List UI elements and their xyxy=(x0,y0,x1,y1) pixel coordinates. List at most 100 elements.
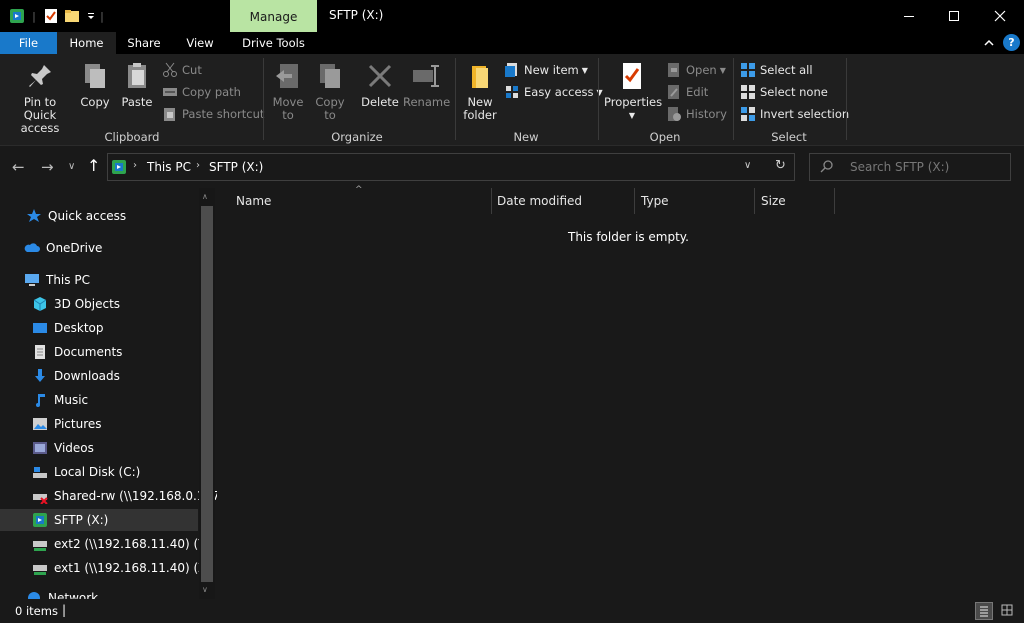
back-arrow-icon[interactable]: ← xyxy=(12,158,25,176)
paste-shortcut-button[interactable]: Paste shortcut xyxy=(162,104,264,124)
large-icons-view-button[interactable] xyxy=(999,602,1017,620)
nav-item-downloads[interactable]: Downloads xyxy=(0,365,198,387)
breadcrumb-sftp[interactable]: SFTP (X:) xyxy=(209,160,263,174)
network-drive-icon xyxy=(32,536,48,552)
tab-drive-tools[interactable]: Drive Tools xyxy=(230,32,317,54)
tab-share[interactable]: Share xyxy=(118,32,170,54)
delete-button[interactable]: Delete xyxy=(360,60,400,109)
search-input[interactable]: Search SFTP (X:) xyxy=(809,153,1011,181)
edit-button[interactable]: Edit xyxy=(666,82,708,102)
copy-icon xyxy=(79,60,111,92)
nav-item-shared-rw[interactable]: Shared-rw (\\192.168.0.197) xyxy=(0,485,224,507)
select-none-button[interactable]: Select none xyxy=(740,82,828,102)
status-bar: 0 items | xyxy=(0,599,1024,623)
properties-button[interactable]: Properties ▼ xyxy=(604,60,662,122)
scroll-down-icon[interactable]: ∨ xyxy=(202,585,208,594)
download-icon xyxy=(32,368,48,384)
copy-button[interactable]: Copy xyxy=(78,60,112,109)
search-placeholder: Search SFTP (X:) xyxy=(850,160,950,174)
minimize-button[interactable] xyxy=(886,0,932,32)
window-title: SFTP (X:) xyxy=(329,8,384,22)
open-group-label: Open xyxy=(649,130,681,144)
new-folder-qat-icon[interactable] xyxy=(63,6,81,26)
new-item-label: New item xyxy=(524,63,579,77)
nav-item-quick-access[interactable]: Quick access xyxy=(0,205,198,227)
help-icon[interactable]: ? xyxy=(1003,34,1020,51)
qat-dropdown-icon[interactable] xyxy=(84,6,98,26)
new-group-label: New xyxy=(513,130,539,144)
nav-item-documents[interactable]: Documents xyxy=(0,341,198,363)
column-divider[interactable] xyxy=(754,188,755,214)
refresh-icon[interactable]: ↻ xyxy=(775,158,786,173)
history-button[interactable]: History xyxy=(666,104,727,124)
nav-item-ext1[interactable]: ext1 (\\192.168.11.40) (Z:) xyxy=(0,557,215,579)
chevron-down-icon: ▼ xyxy=(719,65,726,75)
copy-label: Copy xyxy=(80,95,110,109)
copy-to-button[interactable]: Copy to xyxy=(312,60,348,122)
copy-path-button[interactable]: Copy path xyxy=(162,82,241,102)
move-to-button[interactable]: Move to xyxy=(270,60,306,122)
column-header-name[interactable]: Name xyxy=(236,194,271,208)
invert-selection-button[interactable]: Invert selection xyxy=(740,104,849,124)
open-button[interactable]: Open ▼ xyxy=(666,60,726,80)
qat-separator: | xyxy=(100,9,104,23)
nav-item-desktop[interactable]: Desktop xyxy=(0,317,198,339)
column-header-size[interactable]: Size xyxy=(761,194,786,208)
forward-arrow-icon[interactable]: → xyxy=(41,158,54,176)
recent-locations-icon[interactable]: ∨ xyxy=(68,161,75,172)
properties-qat-icon[interactable] xyxy=(42,6,60,26)
address-dropdown-icon[interactable]: ∨ xyxy=(744,160,751,171)
desktop-icon xyxy=(32,320,48,336)
column-divider[interactable] xyxy=(491,188,492,214)
select-all-button[interactable]: Select all xyxy=(740,60,813,80)
sftp-app-icon[interactable] xyxy=(7,6,27,26)
maximize-button[interactable] xyxy=(931,0,977,32)
easy-access-icon xyxy=(504,84,520,100)
cut-label: Cut xyxy=(182,63,202,77)
breadcrumb-chevron-icon[interactable]: › xyxy=(196,160,200,171)
nav-item-ext2[interactable]: ext2 (\\192.168.11.40) (Y:) xyxy=(0,533,213,555)
column-divider[interactable] xyxy=(634,188,635,214)
details-view-button[interactable] xyxy=(975,602,993,620)
tab-home[interactable]: Home xyxy=(57,32,116,54)
close-button[interactable] xyxy=(977,0,1023,32)
new-item-button[interactable]: New item ▼ xyxy=(504,60,588,80)
breadcrumb-this-pc[interactable]: This PC xyxy=(147,160,191,174)
nav-item-label: 3D Objects xyxy=(54,297,121,311)
item-count: 0 items xyxy=(15,604,58,618)
rename-button[interactable]: Rename xyxy=(403,60,450,109)
nav-item-network-clipped[interactable]: Network xyxy=(0,591,198,599)
nav-item-videos[interactable]: Videos xyxy=(0,437,198,459)
paste-button[interactable]: Paste xyxy=(118,60,156,109)
collapse-ribbon-icon[interactable] xyxy=(983,37,995,49)
nav-item-sftp[interactable]: SFTP (X:) xyxy=(0,509,198,531)
nav-item-pictures[interactable]: Pictures xyxy=(0,413,198,435)
address-bar[interactable]: › This PC › SFTP (X:) ∨ ↻ xyxy=(107,153,795,181)
chevron-down-icon: ▼ xyxy=(628,111,636,120)
nav-scrollbar[interactable]: ∧ ∨ xyxy=(199,188,215,599)
nav-item-local-disk[interactable]: Local Disk (C:) xyxy=(0,461,198,483)
column-header-type[interactable]: Type xyxy=(641,194,669,208)
pin-to-quick-access-button[interactable]: Pin to Quick access xyxy=(6,60,74,135)
scrollbar-thumb[interactable] xyxy=(201,206,213,582)
nav-item-3d-objects[interactable]: 3D Objects xyxy=(0,293,198,315)
scissors-icon xyxy=(162,62,178,78)
new-folder-icon xyxy=(464,60,496,92)
scroll-up-icon[interactable]: ∧ xyxy=(202,192,208,201)
tab-manage[interactable]: Manage xyxy=(230,0,317,32)
nav-item-network[interactable]: Network xyxy=(0,591,198,599)
nav-item-music[interactable]: Music xyxy=(0,389,198,411)
cut-button[interactable]: Cut xyxy=(162,60,202,80)
column-header-date-modified[interactable]: Date modified xyxy=(497,194,582,208)
paste-label: Paste xyxy=(121,95,153,109)
tab-view[interactable]: View xyxy=(174,32,226,54)
up-arrow-icon[interactable]: ↑ xyxy=(87,156,100,175)
nav-item-this-pc[interactable]: This PC xyxy=(0,269,198,291)
tab-file[interactable]: File xyxy=(0,32,57,54)
edit-label: Edit xyxy=(686,85,709,99)
column-divider[interactable] xyxy=(834,188,835,214)
breadcrumb-chevron-icon[interactable]: › xyxy=(133,160,137,171)
new-folder-button[interactable]: New folder xyxy=(461,60,499,122)
nav-item-onedrive[interactable]: OneDrive xyxy=(0,237,198,259)
easy-access-button[interactable]: Easy access ▼ xyxy=(504,82,603,102)
